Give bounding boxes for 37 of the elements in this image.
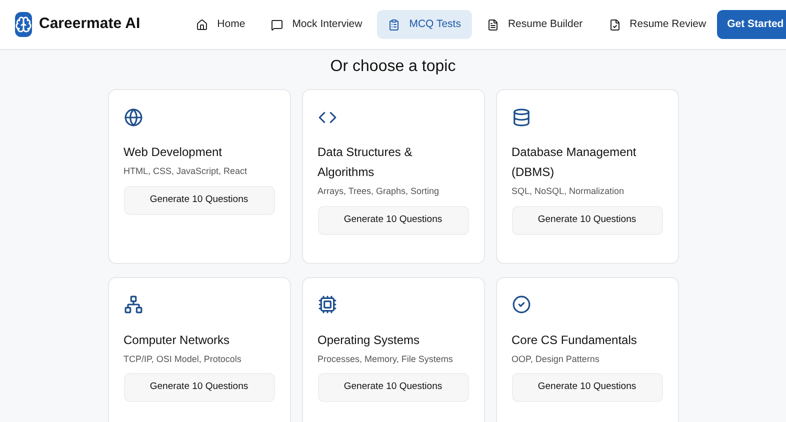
topic-title: Web Development <box>124 144 223 161</box>
topic-description: SQL, NoSQL, Normalization <box>512 185 626 198</box>
chip-icon <box>318 295 336 314</box>
generate-button[interactable]: Generate 10 Questions <box>124 186 274 214</box>
nav-tab[interactable]: MCQ Tests <box>377 10 472 39</box>
nav-tab[interactable]: Resume Builder <box>476 10 594 39</box>
database-icon <box>512 108 530 126</box>
section-heading: Or choose a topic <box>329 57 457 77</box>
check-circle-icon <box>512 295 530 314</box>
topic-title: Data Structures & Algorithms <box>318 144 414 181</box>
nav-tab[interactable]: Home <box>185 10 256 39</box>
topic-title: Database Management (DBMS) <box>512 144 638 181</box>
logo-icon[interactable] <box>15 12 32 37</box>
get-started-button[interactable]: Get Started <box>717 10 786 39</box>
topic-description: HTML, CSS, JavaScript, React <box>124 165 248 178</box>
topic-description: OOP, Design Patterns <box>512 352 600 366</box>
generate-button[interactable]: Generate 10 Questions <box>512 373 662 402</box>
topic-title: Core CS Fundamentals <box>512 332 638 348</box>
topic-title: Computer Networks <box>124 332 231 348</box>
home-icon <box>196 18 208 30</box>
network-icon <box>124 295 142 314</box>
generate-button[interactable]: Generate 10 Questions <box>318 206 468 234</box>
document-icon <box>486 18 499 30</box>
globe-icon <box>124 108 142 126</box>
brand-name: Careermate AI <box>39 14 140 34</box>
topic-description: Processes, Memory, File Systems <box>318 352 454 366</box>
generate-button[interactable]: Generate 10 Questions <box>318 373 468 402</box>
topic-description: TCP/IP, OSI Model, Protocols <box>124 352 242 366</box>
generate-button[interactable]: Generate 10 Questions <box>124 373 274 402</box>
nav-tab[interactable]: Mock Interview <box>260 10 374 39</box>
document-check-icon <box>608 18 621 30</box>
generate-button[interactable]: Generate 10 Questions <box>512 206 662 234</box>
nav-tab[interactable]: Resume Review <box>598 10 718 39</box>
topic-description: Arrays, Trees, Graphs, Sorting <box>318 185 440 198</box>
chat-icon <box>271 18 284 30</box>
clipboard-icon <box>388 18 400 30</box>
topic-title: Operating Systems <box>318 332 421 348</box>
